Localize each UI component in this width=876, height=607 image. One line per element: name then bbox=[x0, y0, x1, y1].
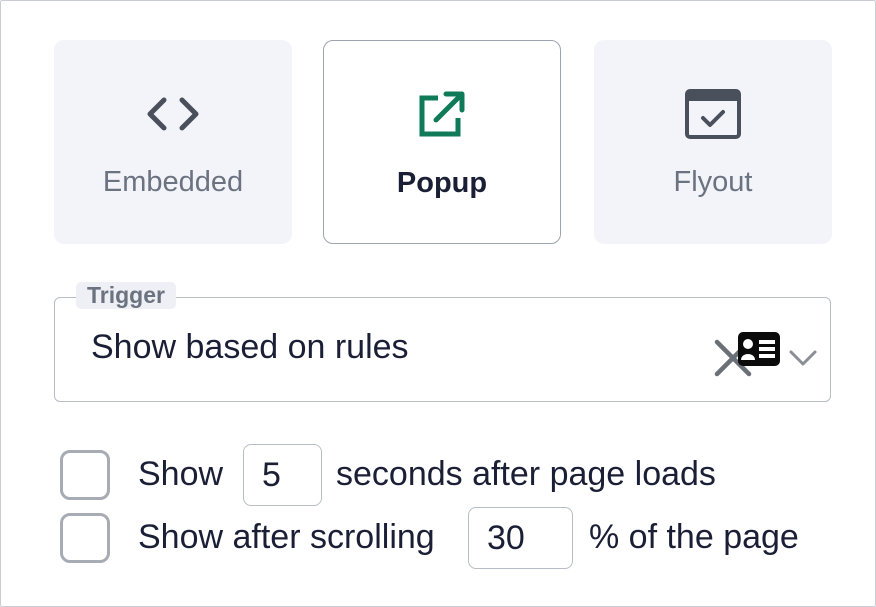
display-type-label: Flyout bbox=[673, 166, 753, 198]
display-type-flyout-card[interactable]: Flyout bbox=[594, 40, 832, 244]
rule-prefix-text: Show bbox=[138, 455, 224, 493]
window-check-icon bbox=[683, 88, 743, 140]
trigger-select[interactable]: Show based on rules bbox=[54, 297, 831, 402]
delay-seconds-input[interactable]: 5 bbox=[243, 444, 322, 506]
rule-delay-row: Show 5 seconds after page loads bbox=[58, 444, 838, 506]
code-brackets-icon bbox=[143, 88, 203, 140]
display-type-popup-card[interactable]: Popup bbox=[323, 40, 561, 244]
contact-card-icon[interactable] bbox=[737, 331, 781, 367]
rule-suffix-text: % of the page bbox=[589, 518, 799, 556]
chevron-down-icon[interactable] bbox=[786, 346, 820, 370]
rule-suffix-text: seconds after page loads bbox=[336, 455, 716, 493]
display-type-options: Embedded Popup Flyout bbox=[54, 40, 832, 244]
delay-rule-checkbox[interactable] bbox=[60, 450, 110, 500]
display-type-embedded-card[interactable]: Embedded bbox=[54, 40, 292, 244]
display-type-label: Popup bbox=[396, 167, 488, 199]
rule-prefix-text: Show after scrolling bbox=[138, 518, 435, 556]
external-link-icon bbox=[412, 89, 472, 141]
display-type-label: Embedded bbox=[102, 166, 244, 198]
rule-scroll-row: Show after scrolling 30 % of the page bbox=[58, 507, 838, 569]
trigger-label: Trigger bbox=[76, 282, 176, 309]
trigger-selected-value: Show based on rules bbox=[91, 328, 409, 366]
scroll-rule-checkbox[interactable] bbox=[60, 513, 110, 563]
scroll-percent-input[interactable]: 30 bbox=[468, 507, 573, 569]
